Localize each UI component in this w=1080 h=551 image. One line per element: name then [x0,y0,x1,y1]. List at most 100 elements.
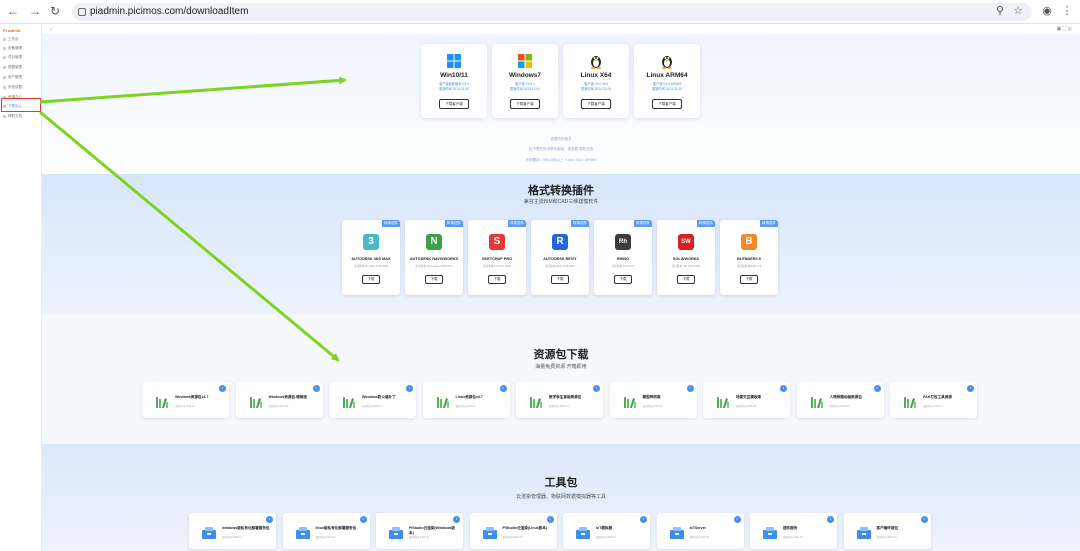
windows-icon [447,54,461,68]
sidebar-item-label: 设备管理 [8,46,22,50]
download-icon[interactable]: ↓ [733,516,741,523]
app-logo[interactable]: PI Admin [3,28,20,33]
download-icon[interactable]: ↓ [359,516,367,523]
download-icon[interactable]: ↓ [406,385,413,392]
plugin-tag: 转换插件 [508,220,526,227]
download-icon[interactable]: ↓ [546,516,554,523]
resource-card[interactable]: ↓ Windows防火墙补丁 更新时间 2023-11 [329,382,416,418]
download-icon[interactable]: ↓ [499,385,507,392]
resource-card[interactable]: ↓ PAK打包工具资源 更新时间 2023-07 [890,382,977,418]
tool-card[interactable]: ↓ IoTServer 更新时间 2023-11 [656,513,744,549]
os-name: Linux X64 [580,72,612,79]
download-icon[interactable]: ↓ [312,385,320,392]
plugin-download-button[interactable]: 下载 [614,275,632,284]
browser-toolbar: ← → ↻ piadmin.picimos.com/downloadItem ⚲… [0,0,1080,24]
download-icon[interactable]: ↓ [640,516,647,523]
os-name: Windows7 [508,72,542,79]
download-icon[interactable]: ↓ [686,385,694,392]
resource-updated: 更新时间 2023-09 [642,405,663,408]
resource-card[interactable]: ↓ 数字孪生基础资源包 更新时间 2023-10 [516,382,603,418]
tool-card[interactable]: ↓ PiStudio云渲染(Linux版本) 更新时间 2023-12 [469,513,557,549]
sidebar-item-devices[interactable]: 设备管理 [3,46,39,52]
resource-card[interactable]: ↓ 人物骨骼动画资源包 更新时间 2023-08 [796,382,884,418]
resource-title: 资源包下载 [533,349,589,361]
download-icon[interactable]: ↓ [827,516,834,523]
plugin-download-button[interactable]: 下载 [425,275,443,284]
back-icon[interactable]: ← [6,4,20,18]
tool-updated: 更新时间 2023-12 [409,536,429,539]
os-updated: 更新时间 2024-01-05 [652,87,682,91]
menu-icon [3,55,6,59]
menu-icon[interactable]: ⋮ [1060,4,1074,18]
resource-card[interactable]: ↓ Windows资源包v4.7 更新时间 2024-01 [142,382,229,418]
plugin-card: 转换插件 N AUTODESK NAVISWORKS 支持版本 Navisworks … [405,220,463,295]
sidebar-item-settings[interactable]: 系统设置 [3,85,39,91]
zoom-icon[interactable]: ⚲ [993,4,1007,18]
resource-name: Windows资源包v4.7 [175,395,209,399]
download-icon[interactable]: ↓ [920,516,928,523]
tools-title: 工具包 [544,477,578,489]
sidebar-item-workbench[interactable]: 工作台 [3,37,39,43]
client-section [42,34,1080,174]
download-client-button[interactable]: 下载客户端 [439,99,469,109]
profile-icon[interactable]: ◉ [1040,4,1054,18]
plugin-download-button[interactable]: 下载 [551,275,569,284]
resource-card[interactable]: ↓ Windows资源包-精简版 更新时间 2023-12 [235,382,323,418]
resource-pack-icon [717,397,729,408]
plugin-tag: 转换插件 [634,220,652,227]
download-client-button[interactable]: 下载客户端 [581,99,611,109]
resource-pack-icon [904,397,916,408]
tool-card[interactable]: ↓ windows版私有化部署服务包 更新时间 2024-01 [189,513,276,549]
plugin-download-button[interactable]: 下载 [362,275,380,284]
collapse-icon[interactable]: ≡ [50,27,52,32]
plugin-logo-icon: Rh [615,234,631,250]
sidebar-item-data[interactable]: 数据管理 [3,65,39,71]
download-icon[interactable]: ↓ [873,385,881,392]
resource-name: Windows防火墙补丁 [362,395,396,399]
plugin-download-button[interactable]: 下载 [740,275,758,284]
toolbox-icon [763,527,777,539]
tool-card[interactable]: ↓ linux版私有化部署服务包 更新时间 2024-01 [282,513,370,549]
header-icons[interactable]: ▣ ⛶ ◎ [1057,26,1072,32]
download-client-button[interactable]: 下载客户端 [510,99,540,109]
resource-card[interactable]: ↓ Linux资源包v4.7 更新时间 2024-01 [422,382,510,418]
resource-card[interactable]: ↓ 模型样例库 更新时间 2023-09 [609,382,697,418]
resource-updated: 更新时间 2023-08 [829,405,850,408]
bookmark-star-icon[interactable]: ☆ [1011,4,1025,18]
resource-pack-icon [530,397,542,408]
tool-updated: 更新时间 2024-01 [222,536,242,539]
download-icon[interactable]: ↓ [453,516,460,523]
history-versions-link[interactable]: 查看历史版本 [42,137,1080,142]
reload-icon[interactable]: ↻ [48,4,62,18]
sidebar-item-label: 工作台 [8,37,19,41]
forward-icon[interactable]: → [28,4,42,18]
download-icon[interactable]: ↓ [967,385,974,392]
resource-card[interactable]: ↓ 场景交互模板库 更新时间 2023-08 [703,382,790,418]
plugin-download-button[interactable]: 下载 [488,275,506,284]
highlight-box [1,98,41,112]
toolbox-icon [389,527,403,539]
tool-card[interactable]: ↓ PiStudio云渲染(Windows版本) 更新时间 2023-12 [376,513,463,549]
download-icon[interactable]: ↓ [219,385,226,392]
url-text[interactable]: piadmin.picimos.com/downloadItem [90,6,248,17]
download-client-button[interactable]: 下载客户端 [652,99,682,109]
plugin-download-button[interactable]: 下载 [677,275,695,284]
tool-card[interactable]: ↓ 客户端环境包 更新时间 2023-10 [843,513,931,549]
plugin-name: SOLIDWORKS [672,257,700,261]
tool-name: 插件服务 [783,526,798,530]
sidebar-item-help[interactable]: 帮助文档 [3,114,39,120]
sidebar-item-users[interactable]: 用户管理 [3,75,39,81]
download-icon[interactable]: ↓ [266,516,273,523]
tool-card[interactable]: ↓ IoT模拟器 更新时间 2023-11 [563,513,650,549]
download-icon[interactable]: ↓ [780,385,787,392]
tool-card[interactable]: ↓ 插件服务 更新时间 2023-10 [750,513,837,549]
site-info-icon[interactable] [78,8,86,16]
toolbox-icon [202,527,216,539]
tool-updated: 更新时间 2023-11 [689,536,710,539]
sidebar-item-projects[interactable]: 项目管理 [3,55,39,61]
os-card-linux-x64: Linux X64 客户端 V3.0 X64 更新时间 2024-01-05 下… [563,44,629,118]
resource-updated: 更新时间 2023-10 [549,405,569,408]
address-bar[interactable]: piadmin.picimos.com/downloadItem [72,3,1032,21]
plugin-logo-icon: S [489,234,505,250]
download-icon[interactable]: ↓ [593,385,600,392]
